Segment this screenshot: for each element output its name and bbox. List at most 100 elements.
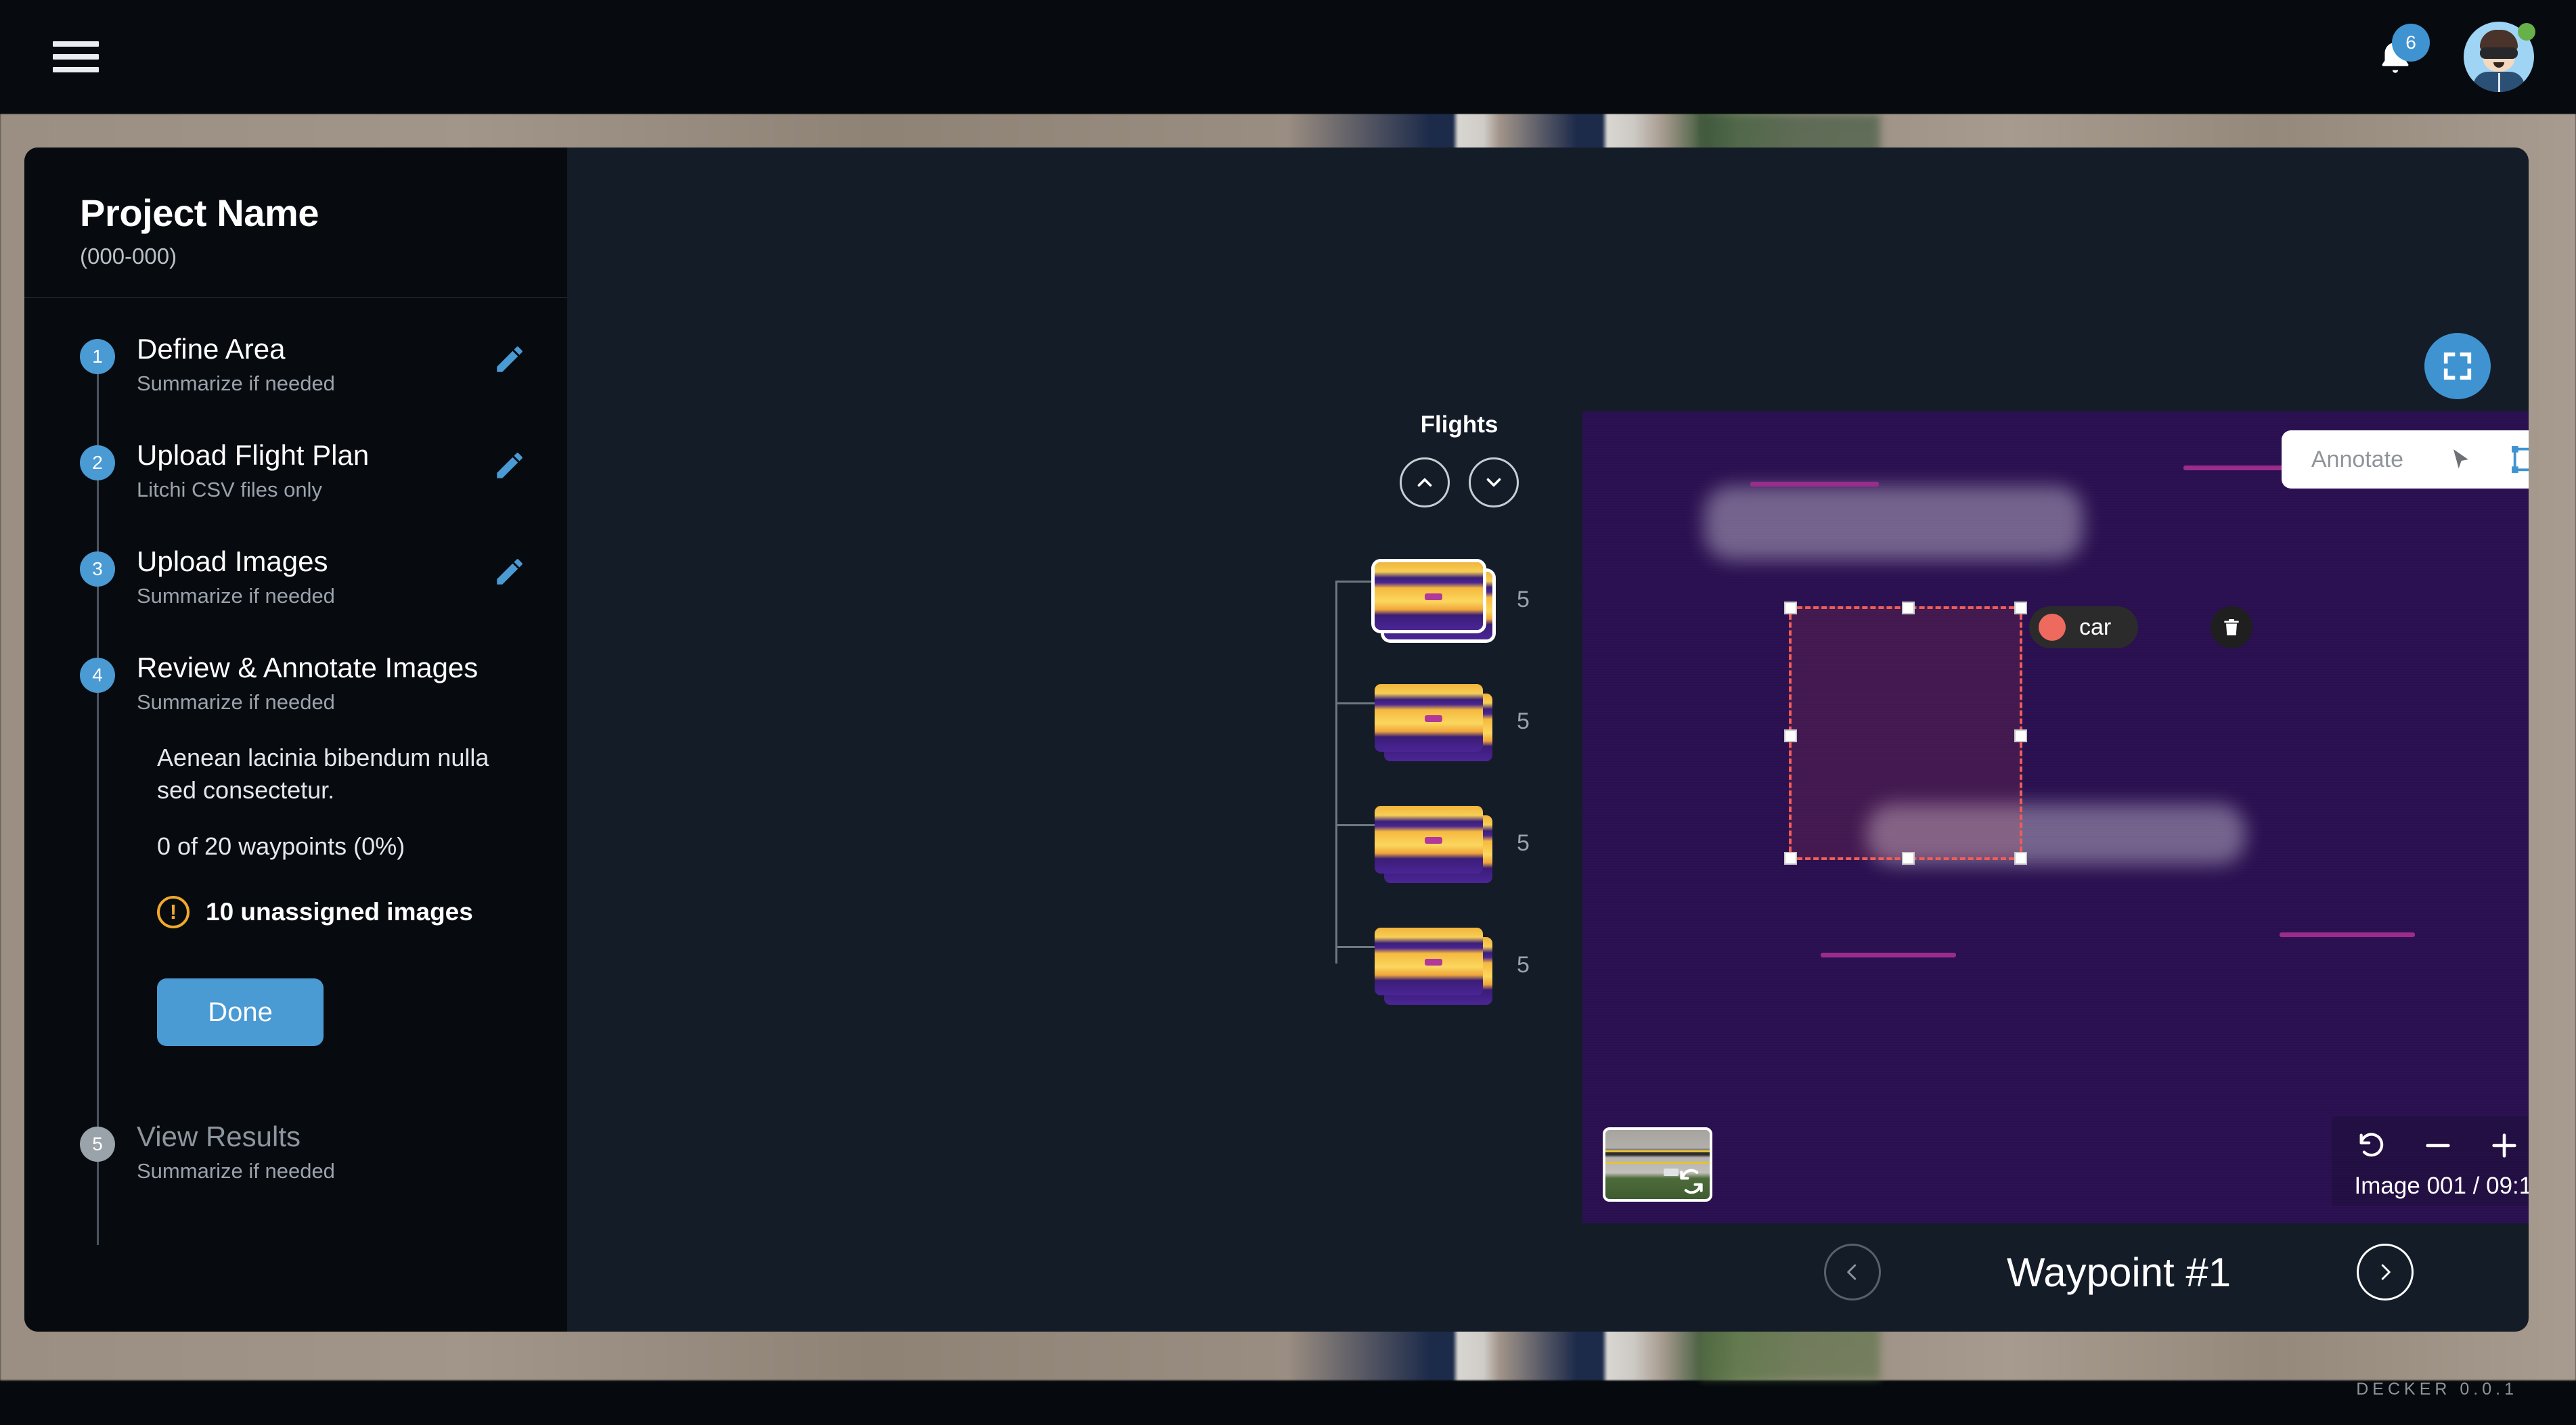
- flight-item[interactable]: 5: [1375, 904, 1544, 1026]
- flight-image-count: 5: [1517, 586, 1530, 612]
- image-meta: Image 001 / 09:14 AM i: [2352, 1172, 2529, 1200]
- image-meta-text: Image 001 / 09:14 AM: [2354, 1173, 2529, 1199]
- delete-annotation-button[interactable]: [2211, 606, 2252, 648]
- waypoint-progress: 0 of 20 waypoints (0%): [157, 832, 405, 861]
- hamburger-bar: [53, 54, 99, 60]
- thumbnail-car-blob: [1424, 959, 1442, 966]
- flights-up-button[interactable]: [1400, 457, 1450, 507]
- step-subtitle: Litchi CSV files only: [137, 478, 322, 501]
- bbox-icon: [2512, 446, 2529, 473]
- pencil-icon[interactable]: [493, 555, 527, 589]
- avatar-zipper: [2498, 73, 2500, 92]
- annotate-label: Annotate: [2311, 446, 2403, 472]
- zoom-controls: 100%: [2352, 1126, 2529, 1165]
- bbox-handle[interactable]: [1902, 602, 1915, 614]
- steps-rail: [97, 372, 99, 1245]
- annotation-label-pill[interactable]: car: [2029, 606, 2139, 648]
- flight-item[interactable]: 5: [1375, 539, 1544, 660]
- app-version: DECKER 0.0.1: [2356, 1380, 2518, 1399]
- hamburger-bar: [53, 67, 99, 72]
- bounding-box-annotation[interactable]: [1784, 602, 2027, 865]
- step-number: 5: [80, 1127, 115, 1162]
- pencil-icon[interactable]: [493, 449, 527, 482]
- step-number: 3: [80, 551, 115, 587]
- rotate-left-icon: [2359, 1133, 2384, 1157]
- top-bar: 6: [0, 0, 2576, 114]
- step-subtitle: Summarize if needed: [137, 1159, 335, 1183]
- step-title: Define Area: [137, 333, 286, 365]
- avatar-glasses: [2480, 47, 2518, 59]
- flight-image-count: 5: [1517, 951, 1530, 978]
- bbox-handle[interactable]: [1902, 852, 1915, 865]
- flight-thumbnail-stack[interactable]: [1375, 562, 1492, 639]
- flights-title: Flights: [1420, 411, 1498, 438]
- swap-icon[interactable]: [1676, 1167, 1706, 1196]
- sidebar-step-view-results[interactable]: 5 View Results Summarize if needed: [24, 1121, 567, 1183]
- bbox-handle[interactable]: [1784, 852, 1797, 865]
- thumbnail-car-blob: [1424, 593, 1442, 600]
- sidebar-step-review-annotate[interactable]: 4 Review & Annotate Images Summarize if …: [24, 652, 567, 715]
- step-title: View Results: [137, 1121, 301, 1153]
- prev-waypoint-button[interactable]: [1823, 1244, 1881, 1300]
- bbox-tool-button[interactable]: [2508, 442, 2529, 477]
- next-waypoint-button[interactable]: [2357, 1244, 2414, 1300]
- cursor-icon: [2453, 449, 2468, 469]
- zoom-in-button[interactable]: [2485, 1126, 2524, 1165]
- bbox-handle[interactable]: [2014, 602, 2027, 614]
- step-number: 1: [80, 339, 115, 374]
- notification-badge: 6: [2392, 24, 2430, 62]
- pencil-icon[interactable]: [493, 342, 527, 376]
- steps-list: 1 Define Area Summarize if needed 2 Uplo…: [24, 298, 567, 1245]
- bbox-handle[interactable]: [2014, 729, 2027, 742]
- step-number: 2: [80, 445, 115, 480]
- waypoint-navigation: Waypoint #1: [1582, 1244, 2529, 1300]
- step-subtitle: Summarize if needed: [137, 371, 335, 395]
- annotation-label-text: car: [2079, 614, 2112, 640]
- sidebar: Project Name (000-000) 1 Define Area Sum…: [24, 148, 567, 1332]
- minus-icon: [2426, 1144, 2450, 1148]
- chevron-left-icon: [1847, 1264, 1857, 1280]
- bbox-handle[interactable]: [1784, 729, 1797, 742]
- hamburger-icon[interactable]: [53, 30, 107, 84]
- page-title: Project Name: [80, 191, 319, 234]
- flight-item[interactable]: 5: [1375, 660, 1544, 782]
- bbox-handle[interactable]: [2014, 852, 2027, 865]
- flight-thumbnail-stack[interactable]: [1375, 806, 1492, 883]
- chevron-down-icon: [1486, 478, 1501, 487]
- step-title: Upload Flight Plan: [137, 439, 370, 471]
- sidebar-step-upload-flight-plan[interactable]: 2 Upload Flight Plan Litchi CSV files on…: [24, 439, 567, 502]
- done-button[interactable]: Done: [157, 978, 324, 1047]
- flight-thumbnail: [1375, 806, 1483, 874]
- fullscreen-button[interactable]: [2424, 333, 2491, 399]
- flight-thumbnail-stack[interactable]: [1375, 928, 1492, 1005]
- rgb-preview-thumbnail[interactable]: [1603, 1127, 1712, 1202]
- avatar-button[interactable]: [2464, 22, 2535, 92]
- sidebar-step-define-area[interactable]: 1 Define Area Summarize if needed: [24, 333, 567, 396]
- thermal-hotspot: [1704, 486, 2083, 560]
- flight-image-count: 5: [1517, 830, 1530, 856]
- flight-item[interactable]: 5: [1375, 782, 1544, 904]
- cursor-tool-button[interactable]: [2443, 442, 2478, 477]
- thumbnail-car-blob: [1424, 715, 1442, 722]
- thermal-marking: [2280, 932, 2415, 937]
- flight-image-count: 5: [1517, 708, 1530, 734]
- flights-tree-tick: [1335, 946, 1376, 948]
- image-viewer[interactable]: Annotate car Image 001 / 09:1: [1582, 411, 2529, 1223]
- thumbnail-car-blob: [1424, 837, 1442, 844]
- top-bar-actions: 6: [2365, 22, 2535, 92]
- project-header: Project Name (000-000): [24, 148, 567, 298]
- unassigned-warning: ! 10 unassigned images: [157, 896, 520, 929]
- zoom-out-button[interactable]: [2418, 1126, 2458, 1165]
- flight-thumbnail-stack[interactable]: [1375, 684, 1492, 761]
- sidebar-step-upload-images[interactable]: 3 Upload Images Summarize if needed: [24, 545, 567, 608]
- hamburger-bar: [53, 41, 99, 47]
- flight-thumbnail: [1375, 928, 1483, 995]
- notifications-button[interactable]: 6: [2365, 24, 2430, 87]
- road-line: [1605, 1161, 1710, 1164]
- flights-down-button[interactable]: [1469, 457, 1519, 507]
- bbox-handle[interactable]: [1784, 602, 1797, 614]
- flight-thumbnail: [1375, 562, 1483, 630]
- reset-view-button[interactable]: [2352, 1126, 2391, 1165]
- chevron-right-icon: [2381, 1264, 2391, 1280]
- step-detail-panel: Aenean lacinia bibendum nulla sed consec…: [24, 742, 567, 1047]
